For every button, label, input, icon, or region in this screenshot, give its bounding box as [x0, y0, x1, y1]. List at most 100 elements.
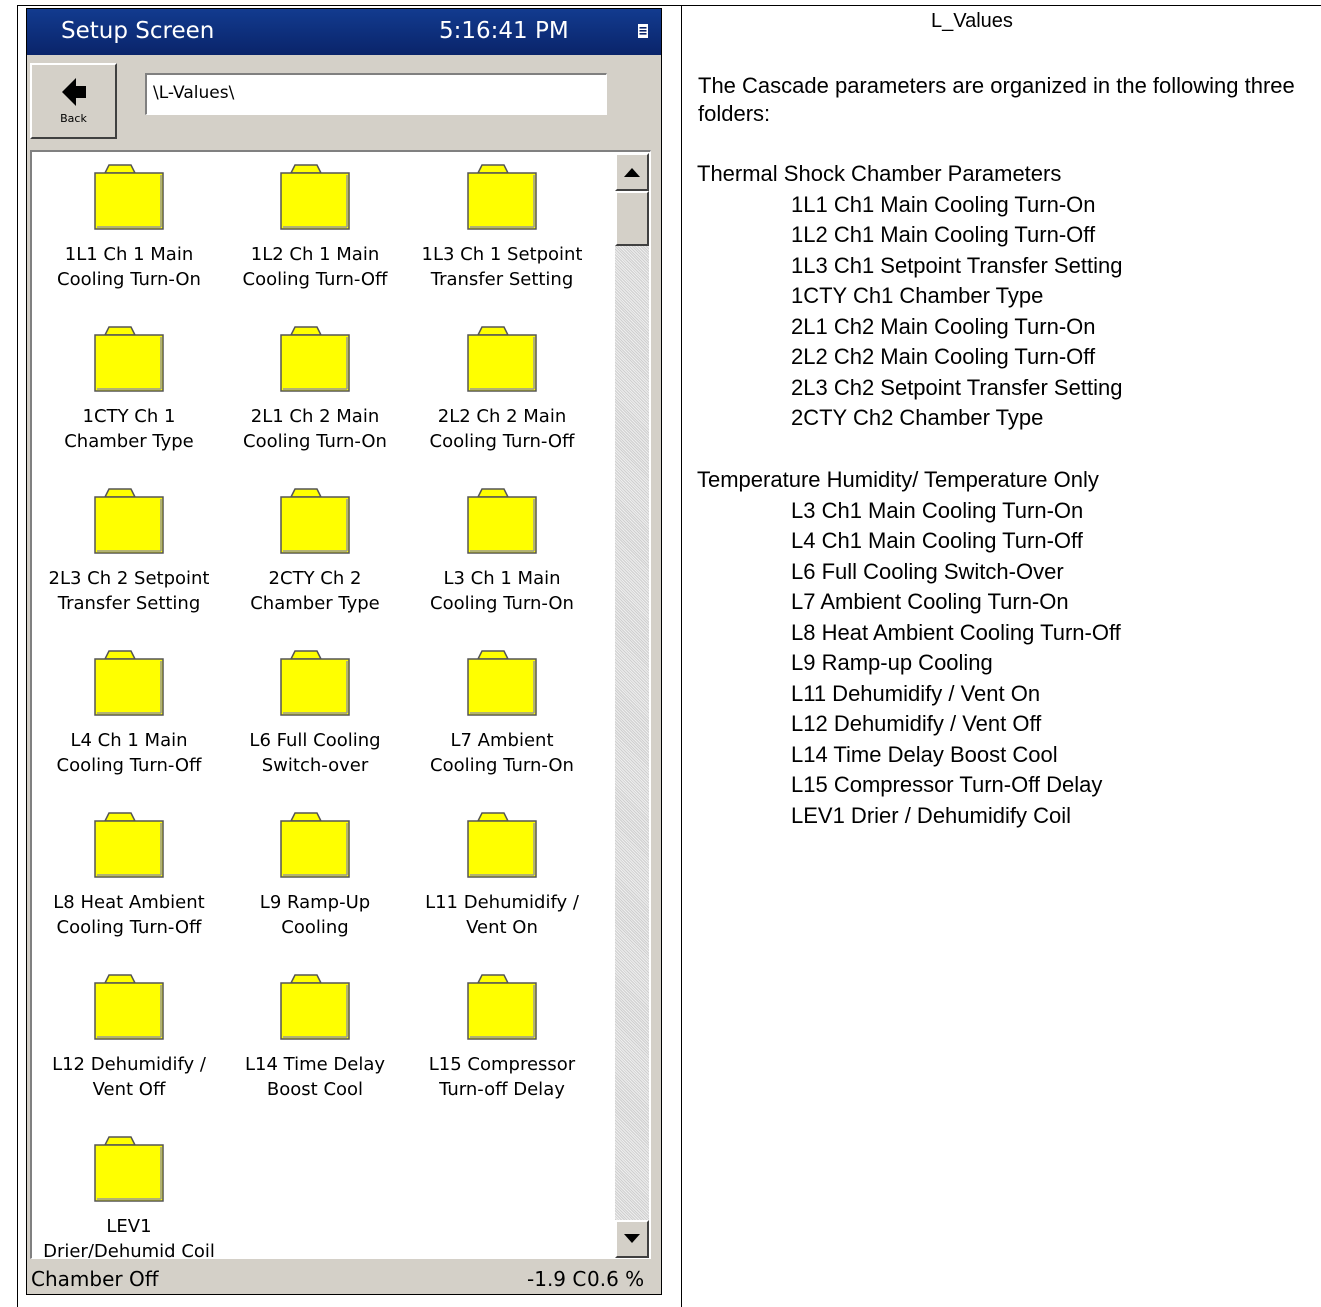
folder-list: 1L1 Ch 1 Main Cooling Turn-On 1L2 Ch 1 Mai… [30, 150, 651, 1259]
folder-item[interactable]: L4 Ch 1 Main Cooling Turn-Off [39, 650, 219, 778]
list-item: 2L1 Ch2 Main Cooling Turn-On [791, 313, 1096, 339]
vertical-scrollbar[interactable] [615, 153, 649, 1258]
folder-label: 1L1 Ch 1 Main Cooling Turn-On [39, 242, 219, 292]
section-heading: Thermal Shock Chamber Parameters [697, 161, 1062, 186]
back-button-label: Back [60, 112, 87, 125]
folder-label-line: 1L1 Ch 1 Main [64, 244, 194, 265]
folder-label-line: Switch-over [261, 755, 369, 776]
folder-item[interactable]: 1CTY Ch 1 Chamber Type [39, 326, 219, 454]
list-item: L12 Dehumidify / Vent Off [791, 711, 1042, 736]
folder-item[interactable]: 2CTY Ch 2 Chamber Type [225, 488, 405, 616]
folder-icon [280, 488, 350, 554]
folder-label-line: Cooling Turn-Off [429, 431, 575, 452]
folder-label-line: 2L3 Ch 2 Setpoint [48, 568, 210, 589]
folder-label-line: 1L2 Ch 1 Main [250, 244, 380, 265]
doc-section-temp-humidity: Temperature Humidity/ Temperature Only L… [697, 465, 1121, 831]
folder-label: L9 Ramp-Up Cooling [225, 890, 405, 940]
folder-label-line: L15 Compressor [428, 1054, 576, 1075]
folder-label-line: 1CTY Ch 1 [82, 406, 176, 427]
list-item: L14 Time Delay Boost Cool [791, 741, 1058, 767]
folder-label: L8 Heat Ambient Cooling Turn-Off [39, 890, 219, 940]
folder-label: L15 Compressor Turn-off Delay [412, 1052, 592, 1102]
list-item: L6 Full Cooling Switch-Over [791, 558, 1064, 584]
folder-icon [467, 812, 537, 878]
minimize-icon[interactable] [637, 23, 649, 39]
folder-label: 2L1 Ch 2 Main Cooling Turn-On [225, 404, 405, 454]
folder-item[interactable]: 1L2 Ch 1 Main Cooling Turn-Off [225, 164, 405, 292]
folder-item[interactable]: 2L2 Ch 2 Main Cooling Turn-Off [412, 326, 592, 454]
folder-label: L6 Full Cooling Switch-over [225, 728, 405, 778]
folder-item[interactable]: 2L1 Ch 2 Main Cooling Turn-On [225, 326, 405, 454]
folder-label: 2L3 Ch 2 Setpoint Transfer Setting [39, 566, 219, 616]
folder-label-line: L9 Ramp-Up [259, 892, 371, 913]
list-item: 1L2 Ch1 Main Cooling Turn-Off [791, 222, 1096, 247]
scrollbar-thumb[interactable] [615, 191, 649, 246]
folder-item[interactable]: L11 Dehumidify / Vent On [412, 812, 592, 940]
folder-icon [467, 650, 537, 716]
folder-label: 1CTY Ch 1 Chamber Type [39, 404, 219, 454]
scroll-down-button[interactable] [615, 1220, 649, 1258]
folder-label-line: 2L1 Ch 2 Main [250, 406, 380, 427]
folder-icon [94, 812, 164, 878]
folder-label-line: L4 Ch 1 Main [70, 730, 188, 751]
folder-item[interactable]: L3 Ch 1 Main Cooling Turn-On [412, 488, 592, 616]
list-item: 1CTY Ch1 Chamber Type [791, 283, 1044, 308]
folder-item[interactable]: L7 Ambient Cooling Turn-On [412, 650, 592, 778]
list-item: L9 Ramp-up Cooling [791, 650, 993, 675]
folder-label: L7 Ambient Cooling Turn-On [412, 728, 592, 778]
folder-item[interactable]: 2L3 Ch 2 Setpoint Transfer Setting [39, 488, 219, 616]
folder-label-line: Cooling Turn-Off [242, 269, 388, 290]
folder-label-line: Chamber Type [64, 431, 194, 452]
folder-label-line: L8 Heat Ambient [53, 892, 205, 913]
folder-item[interactable]: L14 Time Delay Boost Cool [225, 974, 405, 1102]
folder-item[interactable]: L8 Heat Ambient Cooling Turn-Off [39, 812, 219, 940]
list-item: LEV1 Drier / Dehumidify Coil [791, 802, 1071, 828]
scroll-up-arrow-icon [624, 168, 640, 177]
scroll-up-button[interactable] [615, 153, 649, 191]
folder-label: LEV1 Drier/Dehumid Coil [39, 1214, 219, 1259]
folder-label-line: Vent On [466, 917, 538, 938]
folder-label-line: L7 Ambient [450, 730, 554, 751]
folder-label: 1L2 Ch 1 Main Cooling Turn-Off [225, 242, 405, 292]
path-field[interactable]: \L-Values\ [145, 73, 607, 115]
folder-label-line: Boost Cool [266, 1079, 364, 1100]
folder-label-line: 1L3 Ch 1 Setpoint [421, 244, 583, 265]
folder-item[interactable]: LEV1 Drier/Dehumid Coil [39, 1136, 219, 1259]
folder-label-line: Cooling Turn-On [57, 269, 201, 290]
folder-item[interactable]: L6 Full Cooling Switch-over [225, 650, 405, 778]
folder-label-line: Chamber Type [250, 593, 380, 614]
doc-intro: The Cascade parameters are organized in … [698, 73, 1295, 126]
folder-item[interactable]: 1L3 Ch 1 Setpoint Transfer Setting [412, 164, 592, 292]
folder-label: 2CTY Ch 2 Chamber Type [225, 566, 405, 616]
folder-icon [280, 164, 350, 230]
folder-icon [94, 488, 164, 554]
status-bar: Chamber Off -1.9 C 0.6 % [27, 1261, 661, 1294]
folder-label-line: LEV1 [106, 1216, 152, 1237]
folder-item[interactable]: 1L1 Ch 1 Main Cooling Turn-On [39, 164, 219, 292]
list-item: L3 Ch1 Main Cooling Turn-On [791, 497, 1084, 523]
list-item: L15 Compressor Turn-Off Delay [791, 772, 1103, 797]
folder-label: L14 Time Delay Boost Cool [225, 1052, 405, 1102]
folder-label-line: L12 Dehumidify / [52, 1054, 206, 1075]
folder-item[interactable]: L12 Dehumidify / Vent Off [39, 974, 219, 1102]
folder-icon [280, 974, 350, 1040]
chamber-status: Chamber Off [31, 1267, 159, 1291]
table-top-border [17, 5, 1321, 6]
list-item: 2L3 Ch2 Setpoint Transfer Setting [791, 374, 1123, 400]
table-left-border [17, 5, 18, 1307]
folder-label: L4 Ch 1 Main Cooling Turn-Off [39, 728, 219, 778]
parameter-list: L3 Ch1 Main Cooling Turn-On L4 Ch1 Main … [697, 496, 1121, 832]
folder-item[interactable]: L9 Ramp-Up Cooling [225, 812, 405, 940]
folder-label: 2L2 Ch 2 Main Cooling Turn-Off [412, 404, 592, 454]
folder-icon [94, 164, 164, 230]
folder-label-line: Drier/Dehumid Coil [43, 1241, 215, 1259]
folder-icon [467, 974, 537, 1040]
back-button[interactable]: Back [30, 63, 117, 139]
folder-item[interactable]: L15 Compressor Turn-off Delay [412, 974, 592, 1102]
folder-icon [280, 812, 350, 878]
folder-label-line: Vent Off [92, 1079, 166, 1100]
section-heading: Temperature Humidity/ Temperature Only [697, 467, 1099, 492]
folder-label-line: Turn-off Delay [439, 1079, 565, 1100]
folder-label-line: Cooling [281, 917, 349, 938]
list-item: 2CTY Ch2 Chamber Type [791, 405, 1044, 430]
